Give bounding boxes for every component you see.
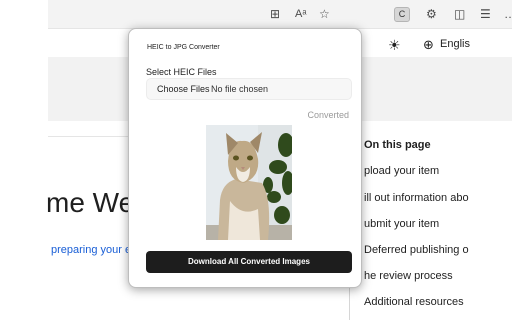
file-status-text: No file chosen	[211, 84, 269, 94]
divider	[48, 136, 128, 137]
download-all-button[interactable]: Download All Converted Images	[146, 251, 352, 273]
theme-sun-icon[interactable]: ☀	[388, 37, 401, 54]
cat-photo-icon	[206, 125, 292, 240]
read-aloud-icon[interactable]: Aᵃ	[295, 8, 306, 20]
choose-files-button[interactable]: Choose Files	[157, 84, 210, 94]
favorites-icon[interactable]: ☰	[480, 8, 491, 20]
extension-popup: HEIC to JPG Converter Select HEIC Files …	[128, 28, 362, 288]
language-selector[interactable]: Englis	[440, 38, 470, 50]
converted-image	[206, 125, 292, 240]
popup-title: HEIC to JPG Converter	[147, 44, 220, 51]
globe-icon[interactable]: ⊕	[423, 37, 434, 53]
grid-icon[interactable]: ⊞	[270, 8, 280, 20]
file-input[interactable]: Choose Files No file chosen	[146, 78, 352, 100]
select-files-label: Select HEIC Files	[146, 67, 217, 77]
toc-item[interactable]: Deferred publishing o	[364, 244, 469, 256]
intro-link[interactable]: preparing your ex	[51, 244, 137, 256]
toc-item[interactable]: he review process	[364, 270, 453, 282]
split-screen-icon[interactable]: ◫	[454, 8, 465, 20]
more-icon[interactable]: …	[504, 8, 512, 20]
favorite-star-icon[interactable]: ☆	[319, 8, 330, 20]
toc-title: On this page	[364, 139, 431, 151]
extension-icon[interactable]: C	[394, 7, 410, 22]
browser-toolbar: ⊞ Aᵃ ☆ C ⚙ ◫ ☰ …	[48, 0, 512, 29]
toc-item[interactable]: pload your item	[364, 165, 439, 177]
converted-label: Converted	[307, 110, 349, 120]
settings-gear-icon[interactable]: ⚙	[426, 8, 437, 20]
toc-item[interactable]: ubmit your item	[364, 218, 439, 230]
toc-item[interactable]: ill out information abo	[364, 192, 469, 204]
toc-item[interactable]: Additional resources	[364, 296, 464, 308]
page-title: me We	[46, 187, 135, 218]
